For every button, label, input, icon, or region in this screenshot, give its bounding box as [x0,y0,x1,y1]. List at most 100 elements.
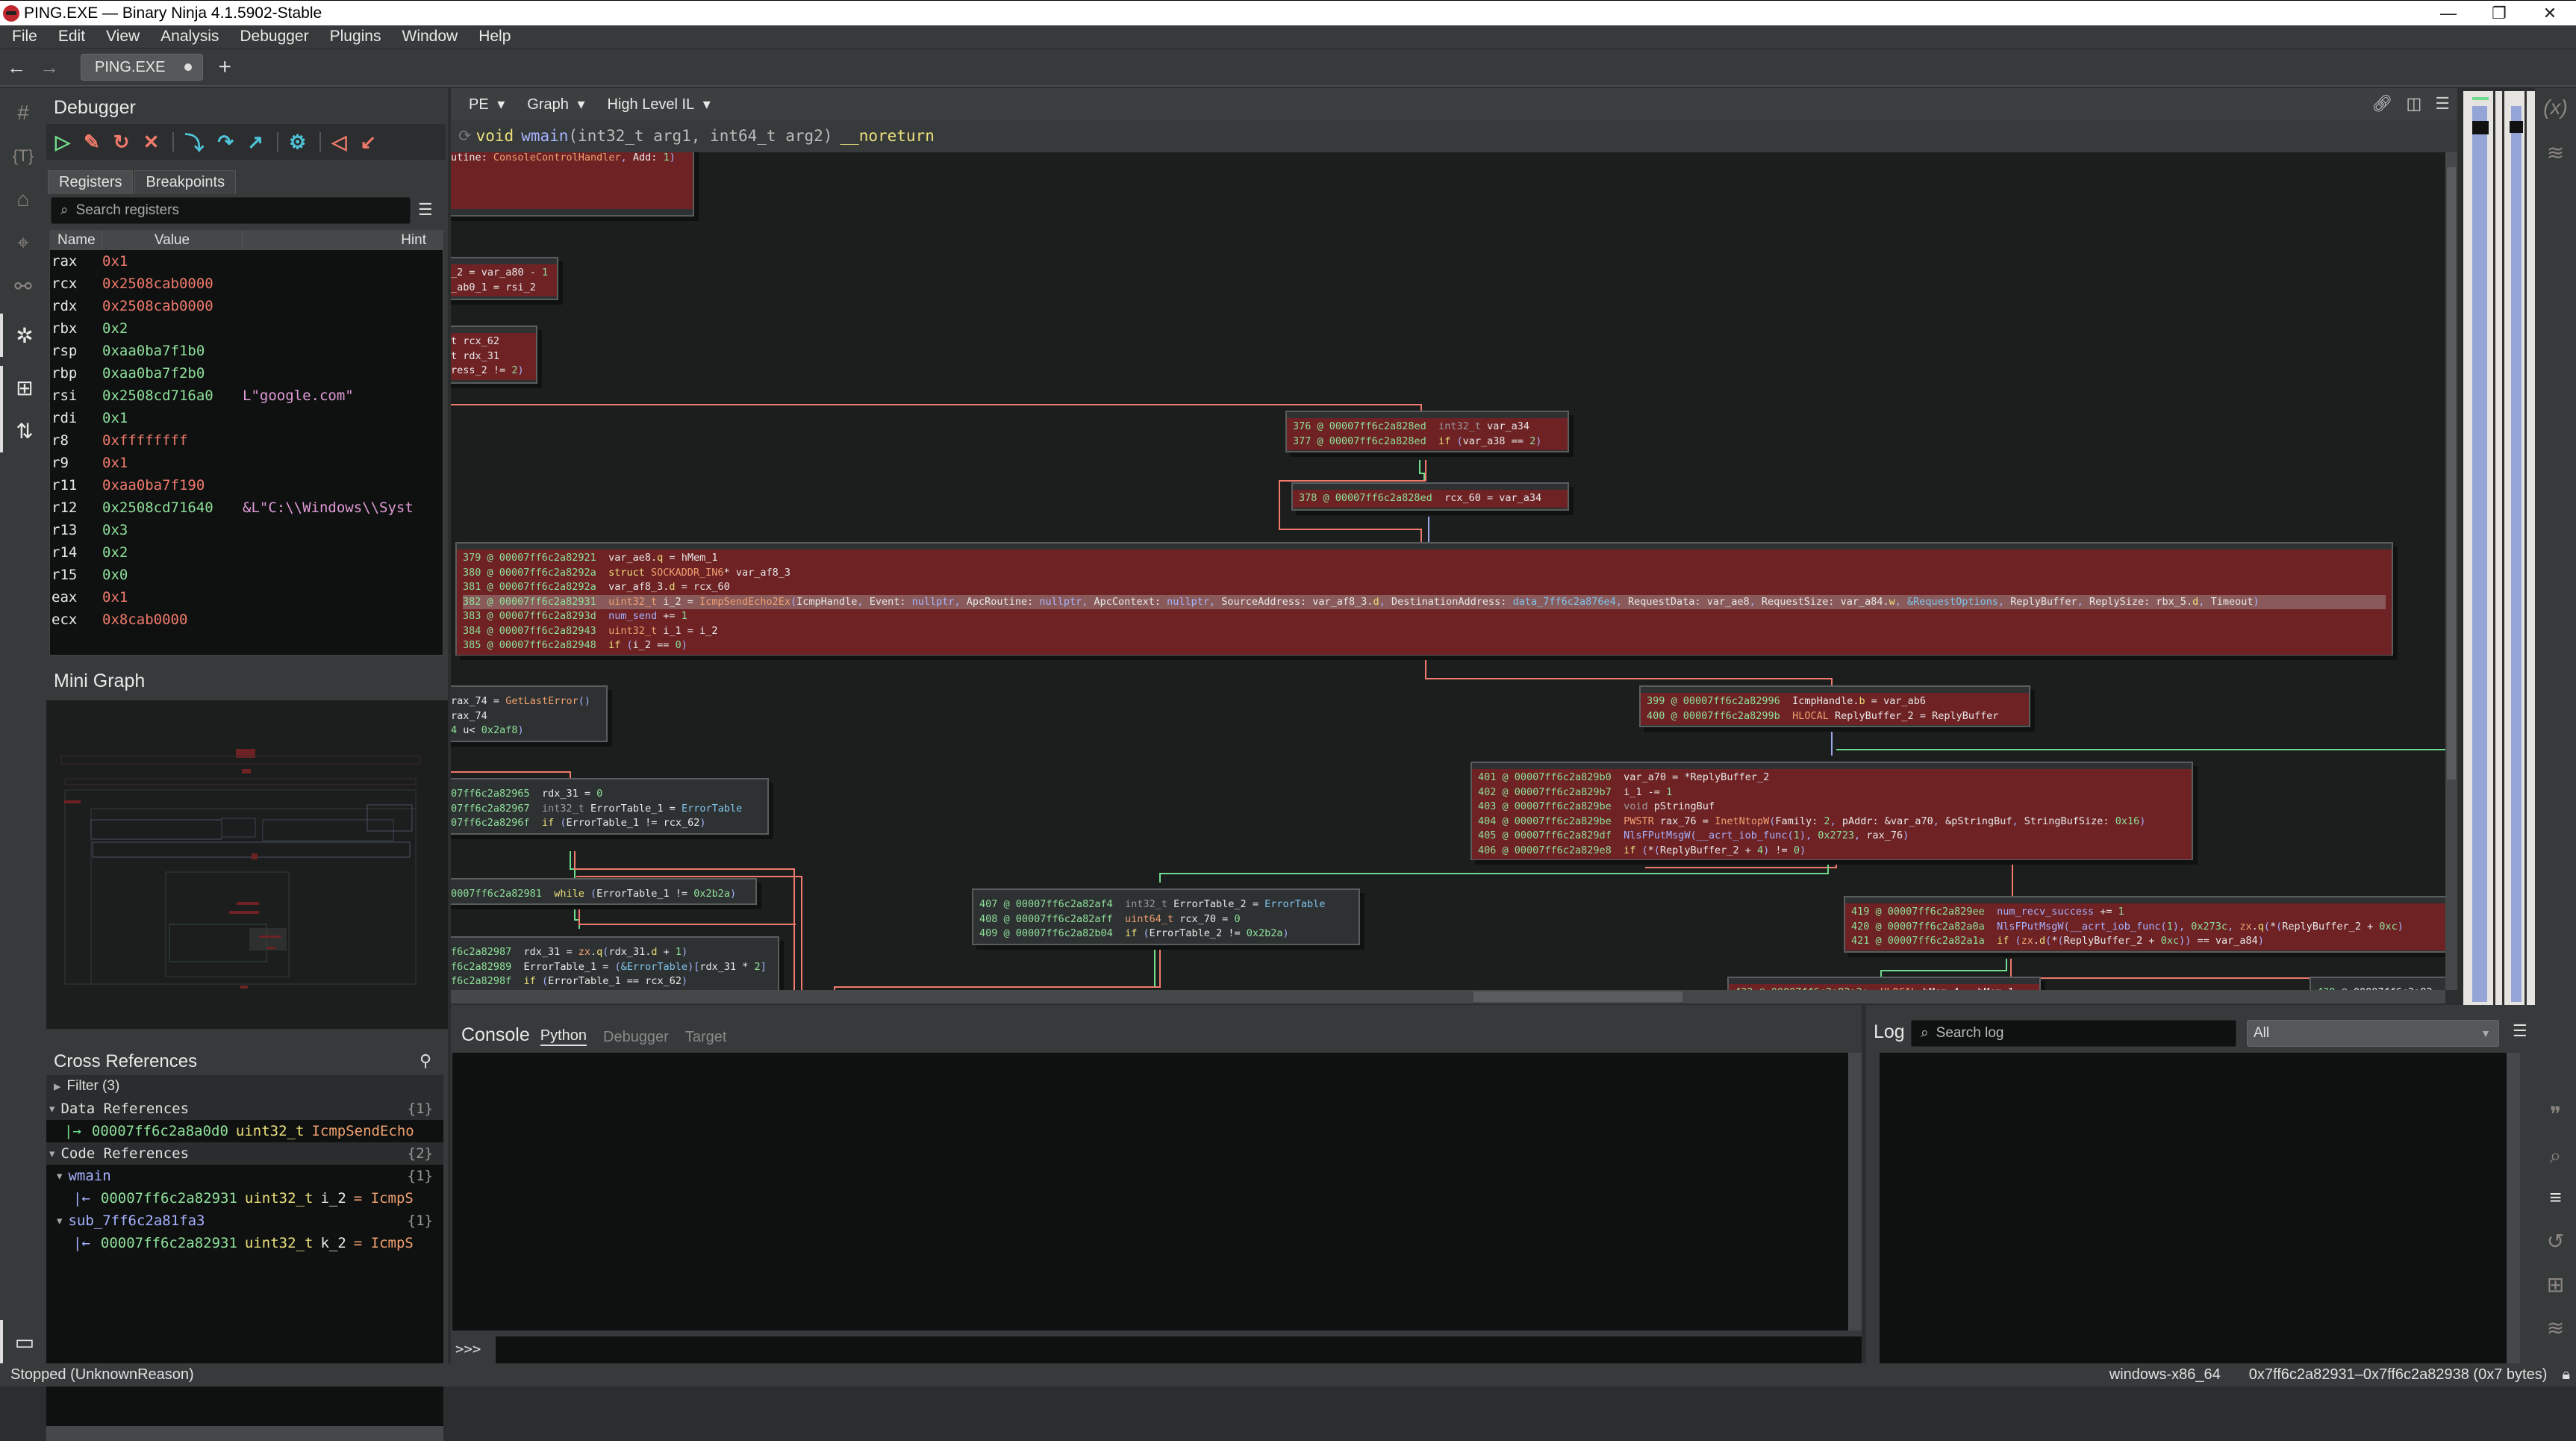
console-tab-target[interactable]: Target [685,1029,727,1046]
graph-block[interactable]: 0007ff6c2a82981 while (ErrorTable_1 != 0… [451,878,757,905]
selection-range[interactable]: 0x7ff6c2a82931–0x7ff6c2a82938 (0x7 bytes… [2249,1366,2548,1384]
graph-block[interactable]: 379 @ 00007ff6c2a82921 var_ae8.q = hMem_… [455,542,2393,656]
restore-button[interactable]: ❐ [2477,1,2522,26]
xref-func-wmain[interactable]: ▾ wmain {1} [46,1165,443,1187]
forward-button[interactable]: → [33,56,66,79]
il-line[interactable]: _ab0_1 = rsi_2 [451,281,551,296]
il-line[interactable]: 405 @ 00007ff6c2a829df NlsFPutMsgW(__acr… [1478,829,2186,844]
il-line[interactable]: 409 @ 00007ff6c2a82b04 if (ErrorTable_2 … [979,927,1353,942]
detach-icon[interactable]: ✎ [84,131,100,154]
register-value[interactable]: 0x1 [102,410,243,426]
graph-block[interactable]: f6c2a82987 rdx_31 = zx.q(rdx_31.d + 1) f6… [451,936,779,990]
sig-func-name[interactable]: wmain [521,127,568,145]
stack-layers-icon[interactable]: ≋ [2535,1316,2576,1340]
menu-window[interactable]: Window [390,28,467,46]
xref-code-item[interactable]: |← 00007ff6c2a82931 uint32_t i_2 = IcmpS [46,1187,443,1210]
xref-filter[interactable]: ▸ Filter (3) [46,1075,443,1098]
register-value[interactable]: 0x2508cd71640 [102,499,243,516]
register-row[interactable]: rdx 0x2508cab0000 [50,295,443,317]
settings-gear-icon[interactable]: ⚙ [289,131,306,154]
il-line[interactable]: 399 @ 00007ff6c2a82996 IcmpHandle.b = va… [1647,694,2023,709]
step-return-icon[interactable]: ↗ [247,131,263,154]
types-icon[interactable]: {T} [0,134,46,178]
xref-code-item[interactable]: |← 00007ff6c2a82931 uint32_t k_2 = IcmpS [46,1232,443,1254]
il-line[interactable]: rax_74 = GetLastError() [451,694,600,709]
log-scrollbar[interactable] [2507,1053,2520,1366]
register-value[interactable]: 0x1 [102,589,243,606]
register-row[interactable]: rax 0x1 [50,250,443,273]
register-row[interactable]: r14 0x2 [50,541,443,564]
graph-block[interactable]: utine: ConsoleControlHandler, Add: 1) [451,152,694,217]
il-line[interactable]: 376 @ 00007ff6c2a828ed int32_t var_a34 [1293,420,1562,435]
il-line[interactable]: 0007ff6c2a82981 while (ErrorTable_1 != 0… [451,887,749,902]
col-value[interactable]: Value [102,231,243,250]
xref-hscrollbar[interactable] [46,1426,443,1441]
view-type-dropdown[interactable]: Graph ▾ [518,95,584,113]
text-align-icon[interactable]: ≡ [2535,1186,2576,1210]
register-value[interactable]: 0xffffffff [102,432,243,449]
console-tab-debugger[interactable]: Debugger [603,1029,669,1046]
il-line[interactable]: t rcx_62 [451,334,530,349]
il-dropdown[interactable]: High Level IL ▾ [599,95,711,113]
graph-vertical-scrollbar[interactable] [2445,152,2457,990]
il-line[interactable]: 419 @ 00007ff6c2a829ee num_recv_success … [1851,905,2445,920]
mini-graph-canvas[interactable] [46,700,448,1029]
platform-label[interactable]: windows-x86_64 [2109,1366,2221,1384]
refresh-icon[interactable]: ⟳ [458,127,472,145]
xref-data-refs-header[interactable]: ▾ Data References {1} [46,1098,443,1120]
il-line[interactable]: 400 @ 00007ff6c2a8299b HLOCAL ReplyBuffe… [1647,709,2023,724]
minimize-button[interactable]: — [2426,1,2471,26]
register-row[interactable]: rsi 0x2508cd716a0 L"google.com" [50,385,443,407]
il-line[interactable]: 401 @ 00007ff6c2a829b0 var_a70 = *ReplyB… [1478,771,2186,785]
new-tab-button[interactable]: + [218,55,231,80]
xref-func-sub[interactable]: ▾ sub_7ff6c2a81fa3 {1} [46,1210,443,1232]
il-line[interactable]: 404 @ 00007ff6c2a829be PWSTR rax_76 = In… [1478,815,2186,830]
register-value[interactable]: 0x3 [102,522,243,538]
il-line[interactable]: t rdx_31 [451,349,530,364]
il-line[interactable]: 4 u< 0x2af8) [451,723,600,738]
register-value[interactable]: 0x1 [102,455,243,471]
location-icon[interactable]: ⌖ [0,221,46,264]
menu-help[interactable]: Help [467,28,520,46]
register-row[interactable]: r8 0xffffffff [50,429,443,452]
tag-icon[interactable]: ⌂ [0,178,46,221]
quit-icon[interactable]: ✕ [143,131,160,154]
lock-icon[interactable]: 🔒︎ [2562,1366,2570,1384]
il-line[interactable]: 382 @ 00007ff6c2a82931 uint32_t i_2 = Ic… [463,594,2386,609]
register-menu-icon[interactable]: ☰ [418,200,433,220]
symbols-hash-icon[interactable]: # [0,91,46,134]
register-value[interactable]: 0x2 [102,320,243,337]
graph-block[interactable]: 422 @ 00007ff6c2a82a2e HLOCAL hMem_4 = h… [1727,977,2041,990]
register-value[interactable]: 0xaa0ba7f1b0 [102,343,243,359]
il-line[interactable]: f6c2a82987 rdx_31 = zx.q(rdx_31.d + 1) [451,945,772,960]
history-icon[interactable]: ↺ [2535,1229,2576,1254]
step-back-icon[interactable]: ◁ [331,131,346,154]
graph-block[interactable]: 399 @ 00007ff6c2a82996 IcmpHandle.b = va… [1639,685,2030,727]
register-row[interactable]: r12 0x2508cd71640 &L"C:\\Windows\\Syst [50,497,443,519]
file-tab[interactable]: PING.EXE [81,54,204,81]
il-line[interactable]: 403 @ 00007ff6c2a829be void pStringBuf [1478,800,2186,815]
il-line[interactable]: f6c2a82989 ErrorTable_1 = (&ErrorTable)[… [451,960,772,975]
swap-icon[interactable]: ⇅ [0,409,46,452]
resume-icon[interactable]: ▷ [55,131,70,154]
menu-edit[interactable]: Edit [46,28,94,46]
bug-icon[interactable]: ✲ [0,314,46,357]
il-line[interactable]: 380 @ 00007ff6c2a8292a struct SOCKADDR_I… [463,566,2386,581]
restart-icon[interactable]: ↻ [113,131,130,154]
il-line[interactable]: 07ff6c2a82965 rdx_31 = 0 [451,787,761,802]
graph-block[interactable]: 401 @ 00007ff6c2a829b0 var_a70 = *ReplyB… [1471,762,2193,860]
console-tab-python[interactable]: Python [540,1027,587,1046]
il-line[interactable]: 07ff6c2a8296f if (ErrorTable_1 != rcx_62… [451,816,761,831]
close-button[interactable]: ✕ [2527,1,2572,26]
graph-horizontal-scrollbar[interactable] [451,990,2445,1003]
log-search-input[interactable]: ⌕ Search log [1911,1020,2236,1047]
hamburger-menu-icon[interactable]: ☰ [2435,94,2450,113]
layers-icon[interactable]: ≋ [2535,140,2576,165]
graph-block[interactable]: 378 @ 00007ff6c2a828ed rcx_60 = var_a34 [1291,482,1569,511]
register-value[interactable]: 0x8cab0000 [102,611,243,628]
register-value[interactable]: 0x0 [102,567,243,583]
graph-block[interactable]: 419 @ 00007ff6c2a829ee num_recv_success … [1844,896,2445,953]
register-row[interactable]: rcx 0x2508cab0000 [50,273,443,295]
log-level-select[interactable]: All ▼ [2247,1020,2499,1047]
hierarchy-icon[interactable]: ⊞ [0,366,46,409]
